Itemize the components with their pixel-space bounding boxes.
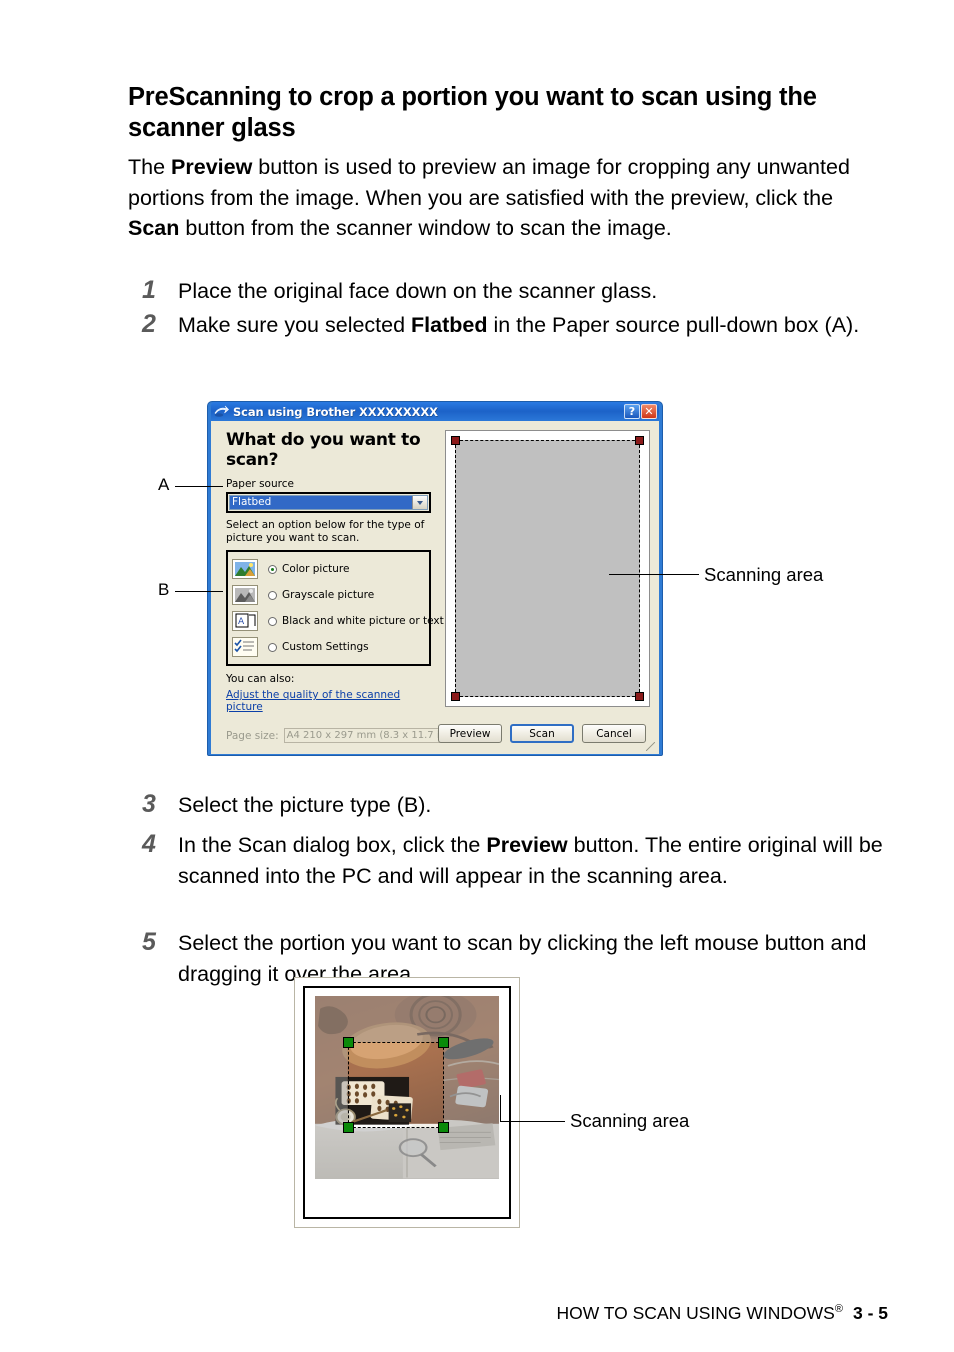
dialog-question: What do you want to scan? [226, 430, 421, 470]
cancel-button[interactable]: Cancel [582, 724, 646, 743]
step-number: 5 [142, 928, 156, 956]
intro-bold-scan: Scan [128, 216, 180, 241]
callout-scanning-area-top: Scanning area [704, 564, 824, 585]
picture-type-instruction: Select an option below for the type of p… [226, 519, 425, 545]
step-item-2: 2 Make sure you selected Flatbed in the … [132, 310, 902, 341]
callout-letter-a: A [158, 475, 170, 494]
dialog-button-row: Preview Scan Cancel [438, 724, 646, 743]
picture-type-option-custom[interactable]: Custom Settings [232, 634, 425, 660]
resize-handle-bottom-left[interactable] [451, 692, 460, 701]
custom-settings-icon [232, 637, 258, 658]
scan-selection-rectangle[interactable] [451, 436, 644, 701]
document-page: PreScanning to crop a portion you want t… [0, 0, 954, 1352]
intro-text-1: The [128, 155, 172, 179]
color-photo-icon [232, 559, 258, 580]
crop-handle-top-right[interactable] [437, 1036, 449, 1048]
radio-custom-settings[interactable] [268, 642, 277, 652]
callout-leader-b [175, 591, 223, 592]
page-size-row: Page size: A4 210 x 297 mm (8.3 x 11.7 i… [226, 728, 469, 743]
resize-handle-bottom-right[interactable] [635, 692, 644, 701]
resize-handle-top-left[interactable] [451, 436, 460, 445]
intro-bold-preview: Preview [171, 155, 253, 179]
you-can-also-label: You can also: [226, 673, 295, 686]
picture-type-label: Black and white picture or text [282, 615, 444, 628]
callout-leader-vertical [500, 1095, 501, 1122]
radio-grayscale-picture[interactable] [268, 590, 277, 600]
crop-handle-bottom-right[interactable] [437, 1121, 449, 1133]
picture-type-label: Grayscale picture [282, 589, 375, 602]
step-number: 2 [142, 310, 156, 338]
step-number: 4 [142, 830, 156, 858]
page-title: PreScanning to crop a portion you want t… [128, 83, 817, 143]
paper-source-value: Flatbed [230, 496, 412, 509]
scan-preview-pane[interactable] [445, 430, 650, 707]
callout-scanning-area-bottom: Scanning area [570, 1110, 690, 1131]
page-footer: HOW TO SCAN USING WINDOWS® 3 - 5 [556, 1303, 888, 1324]
paper-source-select[interactable]: Flatbed [229, 495, 428, 510]
intro-paragraph: The Preview button is used to preview an… [128, 152, 888, 244]
preview-button[interactable]: Preview [438, 724, 502, 743]
step-text-pre: Make sure you selected [178, 313, 412, 337]
picture-type-option-color[interactable]: Color picture [232, 556, 425, 582]
dialog-titlebar[interactable]: Scan using Brother XXXXXXXXX ? ✕ [211, 402, 659, 421]
registered-mark-icon: ® [834, 1303, 843, 1316]
resize-grip-icon[interactable] [646, 742, 655, 751]
step-text: Place the original face down on the scan… [178, 279, 658, 303]
close-icon[interactable]: ✕ [641, 404, 657, 419]
picture-type-label: Color picture [282, 563, 350, 576]
step-item-1: 1 Place the original face down on the sc… [132, 276, 902, 307]
radio-color-picture[interactable] [268, 564, 277, 574]
svg-text:A: A [238, 617, 245, 627]
adjust-quality-link[interactable]: Adjust the quality of the scanned pictur… [226, 689, 431, 713]
scanner-arrow-icon [214, 405, 229, 418]
preview-photograph[interactable] [315, 996, 499, 1180]
picture-type-option-bw[interactable]: A Black and white picture or text [232, 608, 444, 634]
footer-chapter: HOW TO SCAN USING WINDOWS [556, 1303, 835, 1323]
step-text: In the Scan dialog box, click the Previe… [178, 830, 902, 891]
bw-document-icon: A [232, 611, 258, 632]
step-item-4: 4 In the Scan dialog box, click the Prev… [132, 830, 902, 891]
picture-type-group: Color picture Grayscale picture A Black … [226, 550, 444, 667]
scan-dialog-window[interactable]: Scan using Brother XXXXXXXXX ? ✕ What do… [207, 401, 663, 756]
callout-leader-scanning-area-top [609, 574, 699, 575]
page-number: 3 - 5 [852, 1303, 888, 1323]
step-number: 1 [142, 276, 156, 304]
callout-leader-a [175, 486, 223, 487]
chevron-down-icon[interactable] [412, 496, 427, 509]
photo-preview-frame [294, 977, 520, 1228]
crop-handle-bottom-left[interactable] [343, 1121, 355, 1133]
crop-handle-top-left[interactable] [343, 1036, 355, 1048]
radio-black-and-white[interactable] [268, 616, 277, 626]
photo-crop-selection[interactable] [343, 1036, 449, 1133]
step-text: Select the picture type (B). [178, 793, 432, 817]
dialog-body: What do you want to scan? Paper source F… [211, 421, 659, 754]
resize-handle-top-right[interactable] [635, 436, 644, 445]
page-size-value: A4 210 x 297 mm (8.3 x 11.7 inc [286, 730, 452, 741]
step-text: Select the portion you want to scan by c… [178, 931, 867, 986]
page-size-label: Page size: [226, 729, 279, 742]
step-text-bold: Flatbed [411, 313, 488, 337]
step-text-bold: Preview [486, 833, 568, 857]
callout-letter-b: B [158, 580, 170, 599]
step-text: Make sure you selected Flatbed in the Pa… [178, 310, 859, 341]
intro-text-3: button from the scanner window to scan t… [179, 216, 672, 241]
dialog-title: Scan using Brother XXXXXXXXX [233, 404, 438, 419]
step-number: 3 [142, 790, 156, 818]
picture-type-option-grayscale[interactable]: Grayscale picture [232, 582, 425, 608]
scan-button[interactable]: Scan [510, 724, 574, 743]
picture-type-label: Custom Settings [282, 641, 369, 654]
step-text-pre: In the Scan dialog box, click the [178, 833, 487, 857]
photo-preview-inner [303, 986, 511, 1219]
dialog-left-panel: What do you want to scan? Paper source F… [226, 430, 444, 715]
paper-source-highlight-box: Flatbed [226, 492, 431, 513]
grayscale-photo-icon [232, 585, 258, 606]
help-button[interactable]: ? [624, 404, 640, 419]
paper-source-label: Paper source [226, 478, 294, 490]
step-item-3: 3 Select the picture type (B). [132, 790, 902, 821]
callout-leader-scanning-area-bottom [500, 1121, 565, 1122]
step-text-post: in the Paper source pull-down box (A). [487, 313, 860, 337]
